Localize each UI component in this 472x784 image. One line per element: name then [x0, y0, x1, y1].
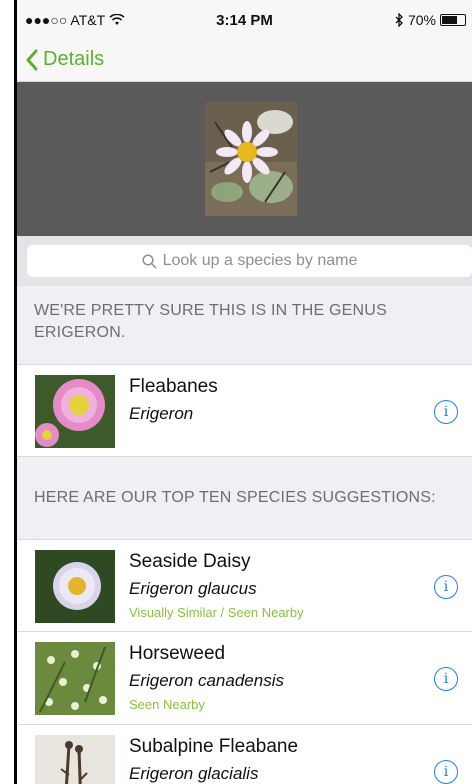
genus-thumbnail: [35, 375, 115, 448]
species-thumbnail: [35, 642, 115, 715]
species-scientific-name: Erigeron glacialis: [129, 764, 259, 783]
battery-status: 70%: [395, 12, 466, 28]
species-scientific-name: Erigeron glaucus: [129, 579, 257, 598]
back-button[interactable]: Details: [25, 48, 104, 71]
back-label: Details: [43, 48, 105, 70]
info-icon[interactable]: i: [434, 575, 458, 599]
species-thumbnail: [35, 735, 115, 784]
species-section-header: HERE ARE OUR TOP TEN SPECIES SUGGESTIONS…: [34, 489, 436, 506]
battery-percent: 70%: [407, 12, 436, 28]
search-icon: [142, 253, 157, 269]
search-bar: Look up a species by name: [17, 236, 472, 286]
info-icon[interactable]: i: [434, 667, 458, 691]
info-icon[interactable]: i: [434, 400, 458, 424]
app-screen: ●●●○○ AT&T 3:14 PM 70% Details Look up a…: [14, 0, 472, 784]
species-common-name: Subalpine Fleabane: [129, 736, 299, 757]
battery-icon: [440, 14, 466, 26]
species-match-tag: Seen Nearby: [129, 697, 205, 712]
status-bar: ●●●○○ AT&T 3:14 PM 70%: [17, 0, 472, 42]
species-scientific-name: Erigeron canadensis: [129, 671, 284, 690]
search-placeholder: Look up a species by name: [162, 252, 358, 269]
species-common-name: Seaside Daisy: [129, 551, 251, 572]
species-row-subalpine-fleabane[interactable]: Subalpine Fleabane Erigeron glacialis i: [17, 725, 472, 784]
genus-scientific-name: Erigeron: [129, 404, 194, 423]
species-common-name: Horseweed: [129, 643, 226, 664]
genus-row[interactable]: Fleabanes Erigeron i: [17, 364, 472, 457]
genus-common-name: Fleabanes: [129, 376, 218, 397]
navigation-bar: Details: [17, 42, 472, 82]
species-row-horseweed[interactable]: Horseweed Erigeron canadensis Seen Nearb…: [17, 632, 472, 725]
species-search-input[interactable]: Look up a species by name: [27, 245, 472, 277]
bluetooth-icon: [395, 13, 403, 27]
genus-section-header: WE'RE PRETTY SURE THIS IS IN THE GENUS E…: [34, 302, 387, 341]
species-match-tag: Visually Similar / Seen Nearby: [129, 605, 304, 620]
species-row-seaside-daisy[interactable]: Seaside Daisy Erigeron glaucus Visually …: [17, 539, 472, 632]
chevron-left-icon: [26, 49, 38, 70]
info-icon[interactable]: i: [434, 760, 458, 784]
observation-photo[interactable]: [205, 102, 297, 216]
species-thumbnail: [35, 550, 115, 623]
observation-photo-area: [17, 82, 472, 236]
